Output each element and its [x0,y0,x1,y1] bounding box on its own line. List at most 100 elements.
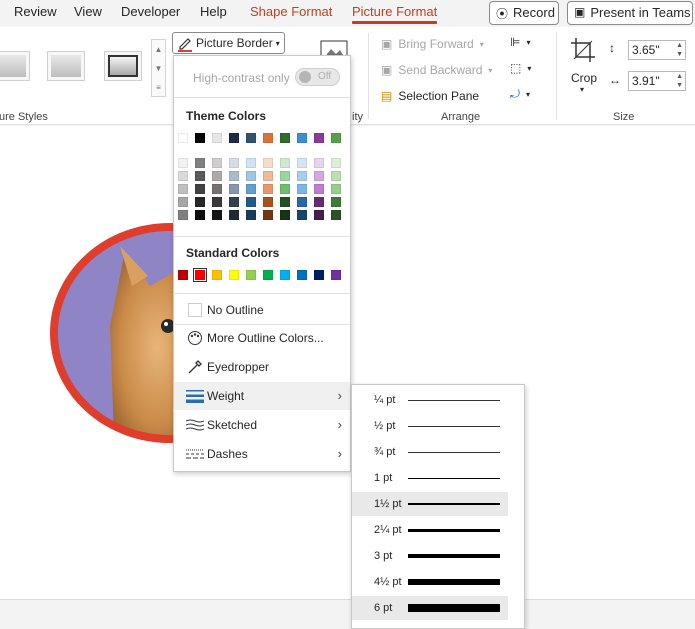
theme-color-shade-swatch[interactable] [212,197,222,207]
bring-forward-button[interactable]: ▣ Bring Forward ▾ [381,37,484,51]
theme-color-shade-swatch[interactable] [178,171,188,181]
theme-color-shade-swatch[interactable] [314,158,324,168]
theme-color-shade-swatch[interactable] [314,184,324,194]
theme-color-shade-swatch[interactable] [246,197,256,207]
theme-color-shade-swatch[interactable] [178,210,188,220]
weight-item[interactable]: Weight › [174,382,350,410]
picture-style-thumb[interactable] [104,51,142,81]
weight-option[interactable]: ½ pt [352,414,508,438]
theme-color-swatch[interactable] [297,133,307,143]
theme-color-shade-swatch[interactable] [229,197,239,207]
style-gallery-scroll[interactable]: ▲ ▼ ≡ [151,39,166,97]
selection-pane-button[interactable]: ▤ Selection Pane [381,89,479,103]
theme-color-shade-swatch[interactable] [263,210,273,220]
picture-border-button[interactable]: Picture Border ▾ [172,32,285,54]
spinner-icon[interactable]: ▲ ▼ [676,72,683,90]
tab-help[interactable]: Help [200,4,227,19]
theme-color-swatch[interactable] [331,133,341,143]
theme-color-shade-swatch[interactable] [314,210,324,220]
theme-color-swatch[interactable] [195,133,205,143]
theme-color-shade-swatch[interactable] [297,197,307,207]
theme-color-shade-swatch[interactable] [195,158,205,168]
theme-color-swatch[interactable] [229,133,239,143]
tab-review[interactable]: Review [14,4,57,19]
theme-color-shade-swatch[interactable] [246,171,256,181]
weight-option[interactable]: ¼ pt [352,388,508,412]
theme-color-shade-swatch[interactable] [195,210,205,220]
chevron-up-icon[interactable]: ▲ [152,40,165,59]
theme-color-shade-swatch[interactable] [280,171,290,181]
standard-color-swatch[interactable] [212,270,222,280]
theme-color-shade-swatch[interactable] [280,210,290,220]
standard-color-swatch[interactable] [193,268,207,282]
theme-color-shade-swatch[interactable] [331,184,341,194]
theme-color-shade-swatch[interactable] [297,158,307,168]
theme-color-shade-swatch[interactable] [195,171,205,181]
theme-color-shade-swatch[interactable] [314,171,324,181]
weight-option[interactable]: 1 pt [352,466,508,490]
height-input[interactable]: 3.65" ▲ ▼ [628,40,686,60]
no-outline-item[interactable]: No Outline [174,296,350,324]
theme-color-shade-swatch[interactable] [229,171,239,181]
theme-color-swatch[interactable] [280,133,290,143]
tab-picture-format[interactable]: Picture Format [352,4,438,24]
theme-color-shade-swatch[interactable] [229,210,239,220]
theme-color-shade-swatch[interactable] [297,171,307,181]
align-button[interactable]: ⊫ ▾ [510,35,530,49]
standard-color-swatch[interactable] [263,270,273,280]
theme-color-shade-swatch[interactable] [263,197,273,207]
weight-option[interactable]: 2¼ pt [352,518,508,542]
theme-color-shade-swatch[interactable] [331,197,341,207]
weight-option[interactable]: 6 pt [352,596,508,620]
weight-option[interactable]: 4½ pt [352,570,508,594]
dashes-item[interactable]: Dashes › [174,440,350,468]
theme-color-shade-swatch[interactable] [331,210,341,220]
more-icon[interactable]: ≡ [152,78,165,97]
theme-color-swatch[interactable] [212,133,222,143]
sketched-item[interactable]: Sketched › [174,411,350,439]
theme-color-shade-swatch[interactable] [297,210,307,220]
eyedropper-item[interactable]: Eyedropper [174,353,350,381]
rotate-button[interactable]: ⤾ ▾ [510,87,530,102]
theme-color-shade-swatch[interactable] [229,158,239,168]
standard-color-swatch[interactable] [246,270,256,280]
spinner-icon[interactable]: ▲ ▼ [676,41,683,59]
weight-option[interactable]: 1½ pt [352,492,508,516]
theme-color-shade-swatch[interactable] [297,184,307,194]
theme-color-shade-swatch[interactable] [178,158,188,168]
theme-color-shade-swatch[interactable] [263,184,273,194]
present-in-teams-button[interactable]: ▣ Present in Teams [567,1,693,25]
crop-button[interactable] [570,37,598,66]
picture-style-thumb[interactable] [0,51,30,81]
record-button[interactable]: ⦿ Record [489,1,559,25]
tab-shape-format[interactable]: Shape Format [250,4,332,19]
theme-color-swatch[interactable] [178,133,188,143]
high-contrast-toggle[interactable]: Off [295,68,340,86]
tab-view[interactable]: View [74,4,102,19]
standard-color-swatch[interactable] [331,270,341,280]
theme-color-shade-swatch[interactable] [280,197,290,207]
picture-style-thumb[interactable] [47,51,85,81]
theme-color-shade-swatch[interactable] [212,210,222,220]
more-outline-colors-item[interactable]: More Outline Colors... [174,324,350,352]
theme-color-shade-swatch[interactable] [195,184,205,194]
theme-color-shade-swatch[interactable] [263,171,273,181]
theme-color-shade-swatch[interactable] [246,210,256,220]
theme-color-shade-swatch[interactable] [195,197,205,207]
standard-color-swatch[interactable] [314,270,324,280]
theme-color-shade-swatch[interactable] [212,158,222,168]
standard-color-swatch[interactable] [297,270,307,280]
theme-color-shade-swatch[interactable] [263,158,273,168]
standard-color-swatch[interactable] [229,270,239,280]
chevron-down-icon[interactable]: ▼ [152,59,165,78]
width-input[interactable]: 3.91" ▲ ▼ [628,71,686,91]
group-objects-button[interactable]: ⬚ ▾ [510,61,531,75]
theme-color-shade-swatch[interactable] [178,184,188,194]
weight-option[interactable]: ¾ pt [352,440,508,464]
theme-color-shade-swatch[interactable] [280,184,290,194]
theme-color-shade-swatch[interactable] [246,158,256,168]
theme-color-shade-swatch[interactable] [246,184,256,194]
standard-color-swatch[interactable] [280,270,290,280]
theme-color-shade-swatch[interactable] [212,184,222,194]
send-backward-button[interactable]: ▣ Send Backward ▾ [381,63,492,77]
